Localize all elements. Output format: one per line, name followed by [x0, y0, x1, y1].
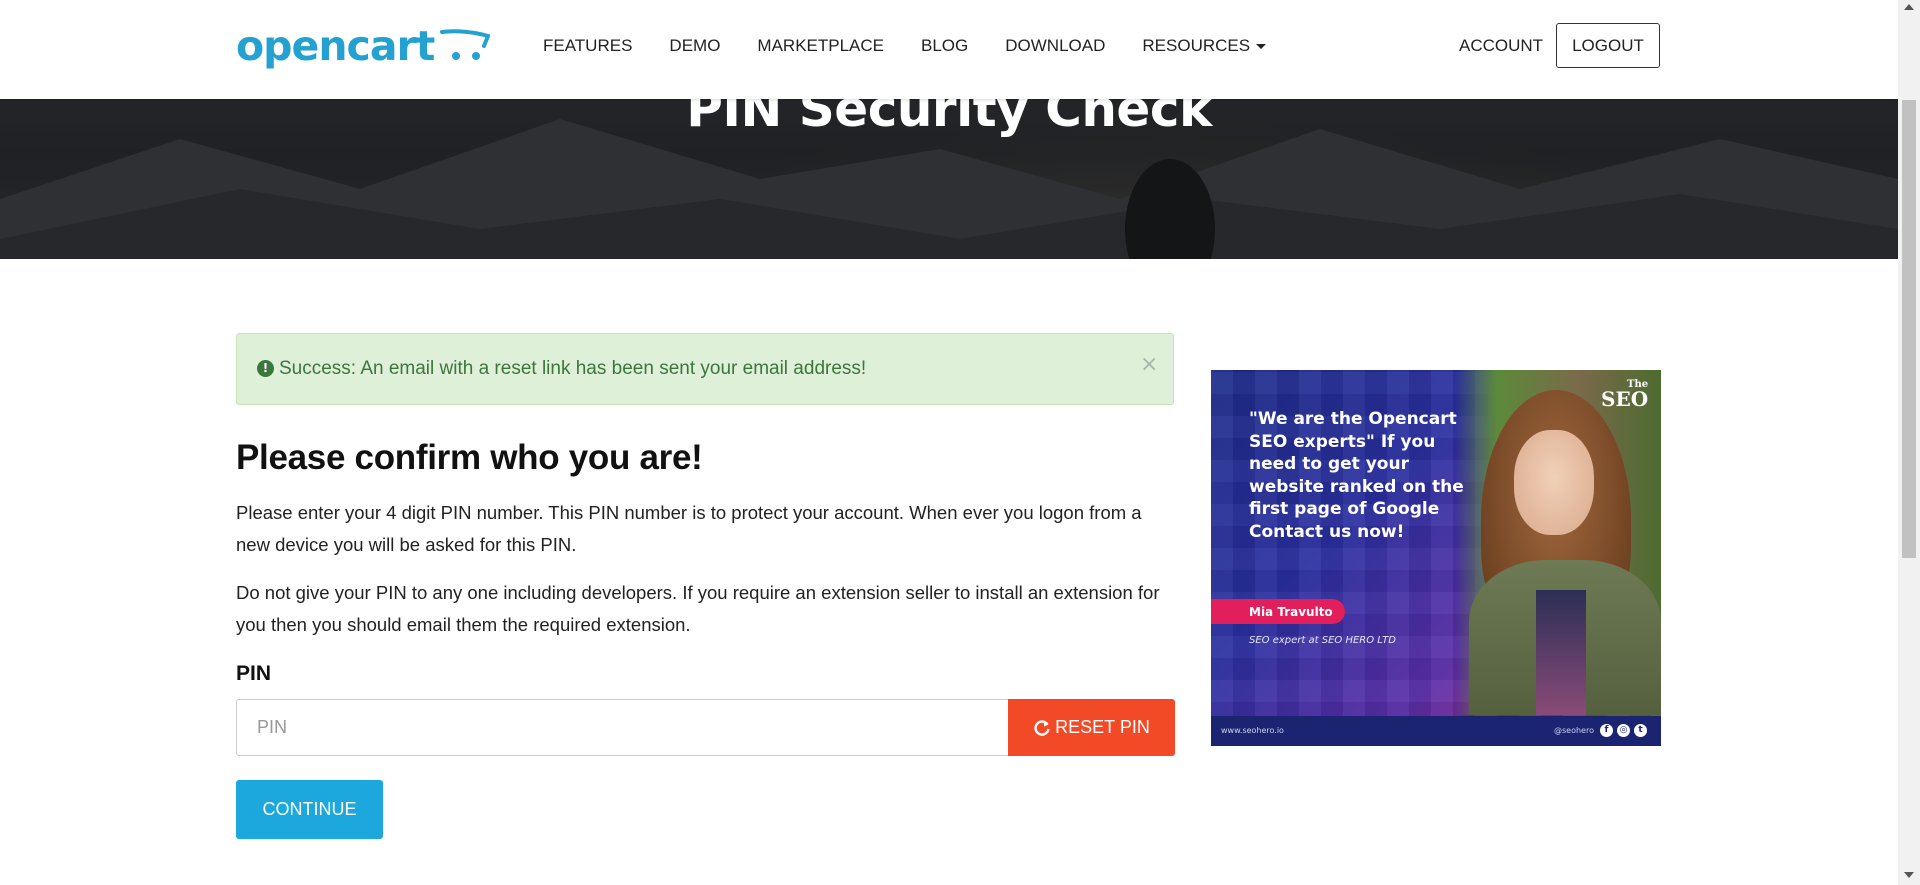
- nav-demo[interactable]: DEMO: [669, 36, 720, 56]
- instagram-icon: ◎: [1617, 724, 1630, 737]
- reset-pin-label: RESET PIN: [1055, 717, 1150, 737]
- twitter-icon: t: [1634, 724, 1647, 737]
- logout-button[interactable]: LOGOUT: [1556, 23, 1660, 68]
- ad-footer: www.seohero.io @seohero f ◎ t: [1211, 716, 1661, 746]
- scrollbar-thumb[interactable]: [1902, 100, 1916, 558]
- ad-brand-name: SEO: [1601, 387, 1649, 411]
- nav-blog[interactable]: BLOG: [921, 36, 968, 56]
- facebook-icon: f: [1600, 724, 1613, 737]
- refresh-icon: [1034, 719, 1050, 736]
- confirm-heading: Please confirm who you are!: [236, 438, 703, 477]
- ad-url: www.seohero.io: [1221, 726, 1284, 735]
- nav-resources[interactable]: RESOURCES: [1142, 36, 1267, 56]
- scroll-down-icon[interactable]: [1904, 872, 1914, 878]
- logo-text: opencart: [236, 22, 435, 70]
- caret-down-icon: [1256, 44, 1267, 50]
- exclamation-circle-icon: !: [257, 360, 274, 377]
- pin-input[interactable]: [236, 699, 1009, 756]
- ad-name-tag: Mia Travulto: [1211, 599, 1345, 624]
- seo-hero-ad[interactable]: The SEO "We are the Opencart SEO experts…: [1211, 370, 1661, 746]
- main-nav: FEATURES DEMO MARKETPLACE BLOG DOWNLOAD …: [543, 36, 1303, 56]
- ad-role: SEO expert at SEO HERO LTD: [1249, 635, 1396, 646]
- pin-description: Please enter your 4 digit PIN number. Th…: [236, 502, 1142, 555]
- ad-headline: "We are the Opencart SEO experts" If you…: [1249, 409, 1464, 542]
- alert-message: Success: An email with a reset link has …: [279, 358, 867, 379]
- pin-label: PIN: [236, 662, 272, 685]
- account-link[interactable]: ACCOUNT: [1459, 36, 1543, 56]
- nav-features[interactable]: FEATURES: [543, 36, 632, 56]
- ad-person-shirt: [1536, 590, 1586, 715]
- pin-warning: Do not give your PIN to any one includin…: [236, 582, 1160, 635]
- ad-brand-logo: The SEO: [1601, 378, 1648, 409]
- page-scrollbar[interactable]: [1898, 0, 1920, 885]
- reset-pin-button[interactable]: RESET PIN: [1008, 699, 1175, 756]
- success-alert: ! Success: An email with a reset link ha…: [236, 333, 1174, 405]
- cart-icon: [440, 29, 491, 60]
- continue-button[interactable]: CONTINUE: [236, 780, 383, 839]
- nav-resources-label: RESOURCES: [1142, 36, 1251, 55]
- opencart-logo[interactable]: opencart: [236, 22, 491, 70]
- ad-handle: @seohero: [1554, 726, 1594, 735]
- nav-download[interactable]: DOWNLOAD: [1005, 36, 1105, 56]
- ad-person-face: [1514, 430, 1594, 535]
- nav-marketplace[interactable]: MARKETPLACE: [757, 36, 884, 56]
- scroll-up-icon[interactable]: [1904, 4, 1914, 10]
- top-navbar: opencart FEATURES DEMO MARKETPLACE BLOG …: [0, 0, 1898, 99]
- close-icon[interactable]: ×: [1140, 352, 1158, 377]
